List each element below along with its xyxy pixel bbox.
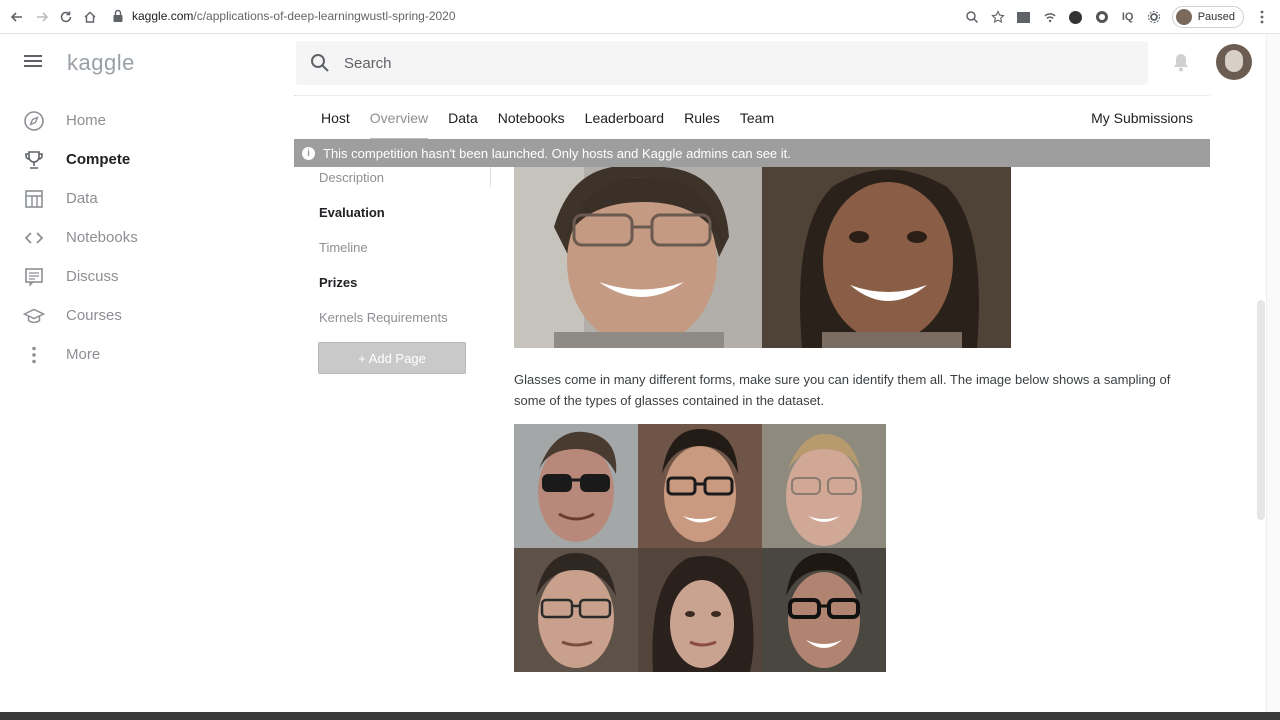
browser-toolbar: kaggle.com/c/applications-of-deep-learni… xyxy=(0,0,1280,34)
face-photo-black-frames xyxy=(762,548,886,672)
compass-icon xyxy=(22,109,46,133)
face-photo-sunglasses xyxy=(514,424,638,548)
search-bar[interactable] xyxy=(296,41,1148,85)
page-navigation: Description Evaluation Timeline Prizes K… xyxy=(319,160,489,335)
page-nav-kernels-requirements[interactable]: Kernels Requirements xyxy=(319,300,489,335)
extension-film-icon[interactable] xyxy=(1016,9,1032,25)
sidebar-item-notebooks[interactable]: Notebooks xyxy=(22,218,272,257)
sidebar-item-courses[interactable]: Courses xyxy=(22,296,272,335)
url-host: kaggle.com xyxy=(132,9,194,23)
tab-host[interactable]: Host xyxy=(321,96,350,140)
sidebar-item-label: Discuss xyxy=(66,268,119,285)
search-input[interactable] xyxy=(344,54,1044,72)
graduation-cap-icon xyxy=(22,304,46,328)
page-nav-timeline[interactable]: Timeline xyxy=(319,230,489,265)
sidebar-item-label: Data xyxy=(66,190,98,207)
face-photo-smiling-woman xyxy=(762,167,1011,348)
extension-settings-icon[interactable] xyxy=(1146,9,1162,25)
zoom-icon[interactable] xyxy=(964,9,980,25)
description-paragraph: Glasses come in many different forms, ma… xyxy=(514,372,1171,408)
hamburger-menu-icon[interactable] xyxy=(24,52,44,72)
face-photo-rimless-glasses xyxy=(762,424,886,548)
tab-overview[interactable]: Overview xyxy=(369,96,429,140)
sidebar-item-data[interactable]: Data xyxy=(22,179,272,218)
comments-icon xyxy=(22,265,46,289)
tab-team[interactable]: Team xyxy=(740,96,774,140)
sidebar-item-discuss[interactable]: Discuss xyxy=(22,257,272,296)
face-photo-no-glasses-woman xyxy=(638,548,762,672)
tab-rules[interactable]: Rules xyxy=(684,96,720,140)
kaggle-logo[interactable]: kaggle xyxy=(67,50,135,76)
face-photo-thin-frames xyxy=(514,548,638,672)
sidebar-item-label: Home xyxy=(66,112,107,129)
sidebar-item-label: Courses xyxy=(66,307,122,324)
sidebar-item-home[interactable]: Home xyxy=(22,101,272,140)
adjacent-window-edge xyxy=(1266,34,1280,720)
sidebar-item-label: More xyxy=(66,346,101,363)
tab-notebooks[interactable]: Notebooks xyxy=(498,96,565,140)
star-icon[interactable] xyxy=(990,9,1006,25)
extensions-row: IQ Paused xyxy=(964,6,1270,28)
tab-data[interactable]: Data xyxy=(448,96,478,140)
info-icon: i xyxy=(302,146,315,160)
page-nav-prizes[interactable]: Prizes xyxy=(319,265,489,300)
browser-menu-icon[interactable] xyxy=(1254,9,1270,25)
code-icon xyxy=(22,226,46,250)
sidebar-item-compete[interactable]: Compete xyxy=(22,140,272,179)
user-avatar[interactable] xyxy=(1216,44,1252,80)
face-photo-man-glasses xyxy=(514,167,762,348)
extension-circle-icon[interactable] xyxy=(1094,9,1110,25)
competition-tabs: Host Overview Data Notebooks Leaderboard… xyxy=(294,95,1210,140)
my-submissions-link[interactable]: My Submissions xyxy=(1091,96,1193,140)
desktop-taskbar-edge xyxy=(0,712,1280,720)
not-launched-banner: i This competition hasn't been launched.… xyxy=(294,139,1210,167)
add-page-button[interactable]: + Add Page xyxy=(318,342,466,374)
page-scrollbar[interactable] xyxy=(1257,300,1265,520)
profile-status-label: Paused xyxy=(1197,11,1235,23)
back-arrow-icon[interactable] xyxy=(5,5,29,29)
table-icon xyxy=(22,187,46,211)
extension-wifi-icon[interactable] xyxy=(1042,9,1058,25)
more-vertical-icon xyxy=(22,343,46,367)
main-sidebar: Home Compete Data Notebooks Discuss Cour… xyxy=(22,101,272,374)
face-photo-dark-frames xyxy=(638,424,762,548)
url-path: /c/applications-of-deep-learningwustl-sp… xyxy=(193,9,456,23)
subnav-divider xyxy=(490,167,491,187)
profile-avatar xyxy=(1175,9,1192,25)
banner-text: This competition hasn't been launched. O… xyxy=(323,145,791,161)
lock-icon xyxy=(113,9,123,22)
page-nav-evaluation[interactable]: Evaluation xyxy=(319,195,489,230)
sidebar-item-label: Compete xyxy=(66,151,131,168)
sidebar-item-label: Notebooks xyxy=(66,229,138,246)
extension-iq-icon[interactable]: IQ xyxy=(1120,9,1136,25)
search-icon xyxy=(311,54,329,72)
trophy-icon xyxy=(22,148,46,172)
profile-paused-button[interactable]: Paused xyxy=(1171,6,1244,28)
reload-icon[interactable] xyxy=(54,5,78,29)
kaggle-competition-page: kaggle.com/c/applications-of-deep-learni… xyxy=(0,0,1280,720)
forward-arrow-icon[interactable] xyxy=(30,5,54,29)
bell-icon[interactable] xyxy=(1172,52,1190,77)
address-bar[interactable]: kaggle.com/c/applications-of-deep-learni… xyxy=(112,9,456,23)
tab-leaderboard[interactable]: Leaderboard xyxy=(585,96,664,140)
extension-shield-icon[interactable] xyxy=(1068,9,1084,25)
home-icon[interactable] xyxy=(78,5,102,29)
sidebar-item-more[interactable]: More xyxy=(22,335,272,374)
